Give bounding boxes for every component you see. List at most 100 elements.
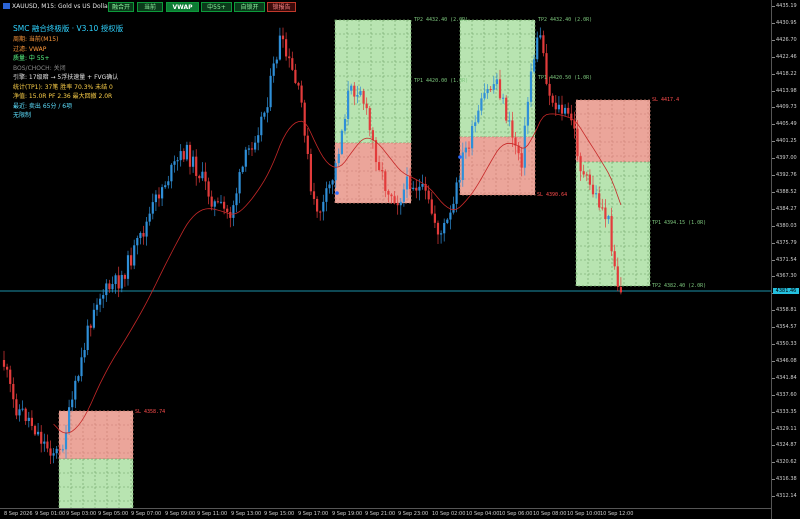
price-tick: 4341.84 [772, 374, 797, 381]
bullish-candle [471, 125, 474, 149]
window-title: XAUUSD, M15: Gold vs US Dollar [0, 0, 110, 14]
time-tick: 9 Sep 09:00 [165, 511, 196, 517]
time-axis[interactable]: 8 Sep 2026 9 Sep 01:00 9 Sep 03:00 9 Sep 05… [0, 508, 771, 519]
price-axis[interactable]: 4435.19 4430.95 4426.70 4422.46 4418.22 4413.… [771, 0, 800, 519]
bullish-candle [502, 97, 505, 99]
bullish-candle [151, 202, 154, 214]
bearish-candle [229, 211, 232, 218]
bearish-candle [294, 69, 297, 83]
bullish-candle [71, 399, 74, 408]
bearish-candle [591, 184, 595, 195]
bullish-candle [455, 182, 458, 204]
lock-report-button[interactable]: 锁报告 [267, 2, 296, 12]
vwap-filter-button[interactable]: VWAP [166, 2, 199, 12]
bearish-candle [9, 369, 12, 384]
bullish-candle [86, 325, 89, 351]
time-tick: 9 Sep 15:00 [264, 511, 295, 517]
take-profit-zone [460, 20, 535, 137]
bearish-candle [316, 198, 319, 212]
time-tick: 10 Sep 02:00 [432, 511, 466, 517]
bearish-candle [12, 383, 15, 400]
bearish-candle [198, 175, 201, 179]
zone-level-label: TP2 4432.40 (2.0R) [414, 17, 469, 23]
bullish-candle [92, 309, 95, 328]
bearish-candle [15, 399, 18, 416]
bearish-candle [430, 199, 433, 214]
price-tick: 4388.52 [772, 188, 797, 195]
bearish-candle [309, 153, 312, 192]
bullish-candle [102, 295, 105, 299]
zone-level-label: SL 4390.64 [537, 192, 568, 198]
bearish-candle [548, 83, 551, 96]
bearish-candle [610, 215, 613, 252]
auto-lock-button[interactable]: 自锁开 [234, 2, 265, 12]
bullish-candle [322, 201, 325, 212]
bearish-candle [489, 89, 492, 91]
bullish-candle [167, 181, 170, 186]
bullish-candle [111, 284, 114, 290]
info-panel: SMC 融合终极版 · V3.10 授权版 周期: 当前(M15) 过滤: VWA… [13, 23, 123, 121]
panel-line: BOS/CHOCH: 关闭 [13, 64, 66, 72]
bullish-candle [213, 201, 216, 207]
bullish-candle [219, 201, 223, 203]
bullish-candle [105, 283, 108, 296]
price-tick: 4422.46 [772, 53, 797, 60]
bearish-candle [371, 130, 374, 141]
window-title-text: XAUUSD, M15: Gold vs US Dollar [12, 3, 111, 10]
time-tick: 10 Sep 06:00 [499, 511, 533, 517]
bearish-candle [567, 107, 570, 114]
price-tick: 4435.19 [772, 3, 797, 9]
merge-toggle-button[interactable]: 融合开 [108, 2, 134, 12]
bearish-candle [216, 201, 219, 203]
timeframe-current-button[interactable]: 当前 [137, 2, 163, 12]
bearish-candle [520, 153, 523, 168]
panel-title: SMC 融合终极版 · V3.10 授权版 [13, 24, 124, 33]
bullish-candle [37, 431, 40, 435]
bearish-candle [207, 181, 210, 197]
bearish-candle [285, 39, 288, 57]
bullish-candle [260, 116, 263, 136]
bullish-candle [179, 151, 182, 161]
time-tick: 9 Sep 03:00 [66, 511, 97, 517]
bearish-candle [210, 196, 213, 207]
current-price-tag: 4381.46 [773, 288, 799, 294]
bullish-candle [238, 172, 241, 194]
zone-level-label: TP2 4432.40 (2.0R) [538, 17, 593, 23]
bearish-candle [353, 85, 356, 97]
bearish-candle [89, 325, 92, 328]
entry-marker [458, 155, 462, 159]
bullish-candle [412, 187, 415, 189]
quality-filter-button[interactable]: 中55+ [201, 2, 232, 12]
bullish-candle [356, 94, 359, 97]
bearish-candle [427, 190, 430, 200]
bullish-candle [461, 152, 464, 180]
bearish-candle [49, 448, 52, 456]
bullish-candle [449, 212, 452, 220]
price-tick: 4312.14 [772, 493, 797, 500]
bearish-candle [378, 162, 381, 170]
bullish-candle [405, 176, 409, 190]
price-tick: 4401.25 [772, 138, 797, 145]
bullish-candle [452, 203, 455, 213]
chart-window-icon [3, 3, 10, 9]
bearish-candle [415, 187, 418, 191]
price-tick: 4346.08 [772, 357, 797, 364]
bullish-candle [526, 101, 529, 126]
take-profit-zone [335, 20, 411, 143]
panel-line: 周期: 当前(M15) [13, 36, 59, 43]
bullish-candle [173, 161, 176, 165]
time-tick: 10 Sep 08:00 [533, 511, 567, 517]
bearish-candle [6, 366, 9, 370]
bullish-candle [55, 448, 58, 454]
bearish-candle [117, 275, 120, 289]
bullish-candle [458, 179, 461, 183]
bearish-candle [157, 194, 161, 199]
bullish-candle [359, 91, 362, 95]
bullish-candle [564, 107, 567, 114]
take-profit-zone [59, 459, 133, 509]
bullish-candle [145, 221, 148, 237]
bullish-candle [334, 163, 337, 181]
bearish-candle [433, 213, 436, 223]
bullish-candle [325, 188, 328, 202]
bearish-candle [226, 208, 229, 212]
